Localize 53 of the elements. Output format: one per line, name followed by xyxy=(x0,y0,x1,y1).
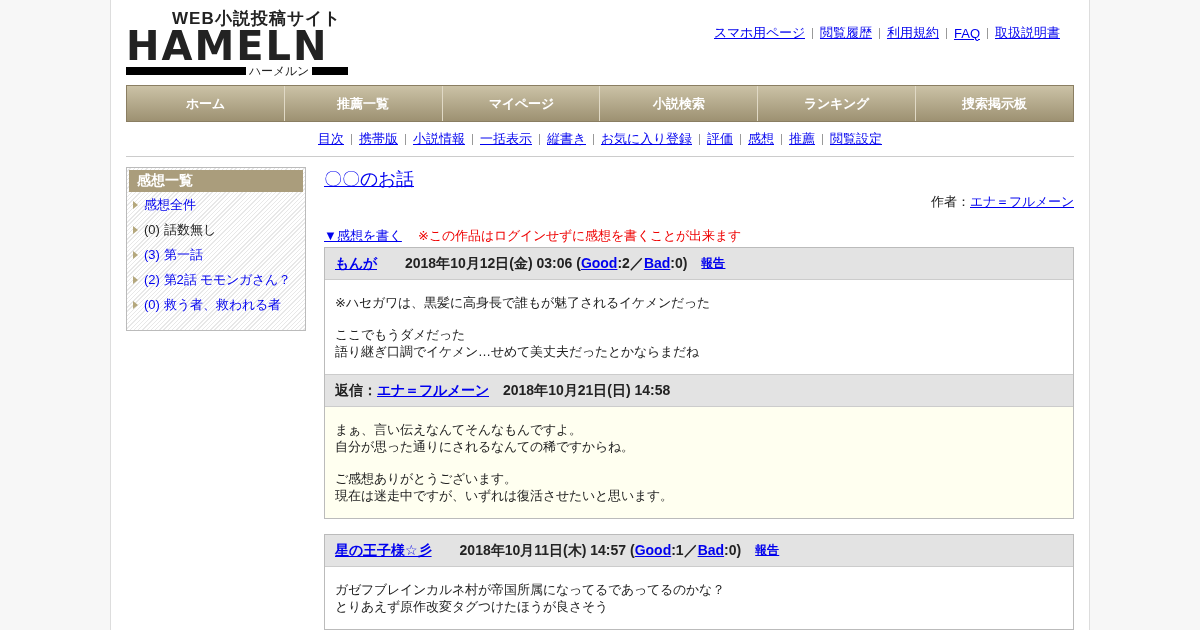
story-menu-link[interactable]: 感想 xyxy=(748,130,774,148)
triangle-icon xyxy=(133,275,138,284)
author-link[interactable]: エナ＝フルメーン xyxy=(970,193,1074,211)
header-link[interactable]: スマホ用ページ xyxy=(714,24,805,42)
reply-label: 返信： xyxy=(335,381,377,400)
sidebar-title: 感想一覧 xyxy=(129,170,303,192)
story-title[interactable]: 〇〇のお話 xyxy=(324,169,414,189)
story-menu-link[interactable]: 推薦 xyxy=(789,130,815,148)
notice-text: ※この作品はログインせずに感想を書くことが出来ます xyxy=(417,227,741,245)
story-menu-link[interactable]: 評価 xyxy=(707,130,733,148)
site-logo[interactable]: WEB小説投稿サイト HAMELN ハーメルン xyxy=(126,10,348,78)
vote-link[interactable]: Good xyxy=(580,254,618,271)
comment-text: ※ハセガワは、黒髪に高身長で誰もが魅了されるイケメンだった xyxy=(335,294,711,311)
reply-author-link[interactable]: エナ＝フルメーン xyxy=(377,381,489,400)
comment-meta: :0) xyxy=(670,254,688,271)
comment-meta: 2018年10月12日(金) 03:06 ( xyxy=(405,254,581,271)
comment-text: ガゼフブレインカルネ村が帝国所属になってるであってるのかな？ とりあえず原作改変タグつけたほうが良さそう xyxy=(335,581,726,615)
vote-link[interactable]: Bad xyxy=(697,541,725,558)
vote-link[interactable]: Bad xyxy=(643,254,671,271)
report-link[interactable]: 報告 xyxy=(701,255,726,272)
story-menu-link[interactable]: 縦書き xyxy=(547,130,586,148)
sidebar-text: (0) 話数無し xyxy=(144,220,216,239)
triangle-icon xyxy=(133,250,138,259)
story-menu-link[interactable]: 閲覧設定 xyxy=(830,130,882,148)
story-menu-link[interactable]: 携帯版 xyxy=(359,130,398,148)
header-link[interactable]: 利用規約 xyxy=(887,24,939,42)
header-link[interactable]: FAQ xyxy=(954,25,980,41)
commenter-link[interactable]: 星の王子様☆彡 xyxy=(335,541,432,560)
author-label: 作者： xyxy=(931,193,970,211)
header-link[interactable]: 閲覧履歴 xyxy=(820,24,872,42)
sidebar-link[interactable]: (0) 救う者、救われる者 xyxy=(144,295,281,314)
comment-meta: :0) xyxy=(724,541,742,558)
triangle-icon xyxy=(133,225,138,234)
story-menu-link[interactable]: お気に入り登録 xyxy=(601,130,692,148)
triangle-icon xyxy=(133,300,138,309)
comment-meta: 2018年10月11日(木) 14:57 ( xyxy=(459,541,635,558)
report-link[interactable]: 報告 xyxy=(755,542,780,559)
story-menu-link[interactable]: 小説情報 xyxy=(413,130,465,148)
write-review-link[interactable]: ▼感想を書く xyxy=(324,227,402,245)
sidebar-link[interactable]: (2) 第2話 モモンガさん？ xyxy=(144,270,292,289)
comment-meta: :1／ xyxy=(671,541,698,558)
comment-text: ご感想ありがとうございます。 現在は迷走中ですが、いずれは復活させたいと思います。 xyxy=(335,470,674,504)
sidebar-link[interactable]: (3) 第一話 xyxy=(144,245,203,264)
sidebar-link[interactable]: 感想全件 xyxy=(144,195,196,214)
comment-text: ここでもうダメだった 語り継ぎ口調でイケメン…せめて美丈夫だったとかならまだね xyxy=(335,326,700,360)
commenter-link[interactable]: もんが xyxy=(335,254,377,273)
comment-meta: :2／ xyxy=(617,254,644,271)
header-link[interactable]: 取扱説明書 xyxy=(995,24,1060,42)
triangle-icon xyxy=(133,200,138,209)
comment-text: まぁ、言い伝えなんてそんなもんですよ。 自分が思った通りにされるなんての稀ですからね。 xyxy=(335,421,635,455)
story-menu-link[interactable]: 目次 xyxy=(318,130,344,148)
story-menu-link[interactable]: 一括表示 xyxy=(480,130,532,148)
reply-date: 2018年10月21日(日) 14:58 xyxy=(503,381,671,400)
